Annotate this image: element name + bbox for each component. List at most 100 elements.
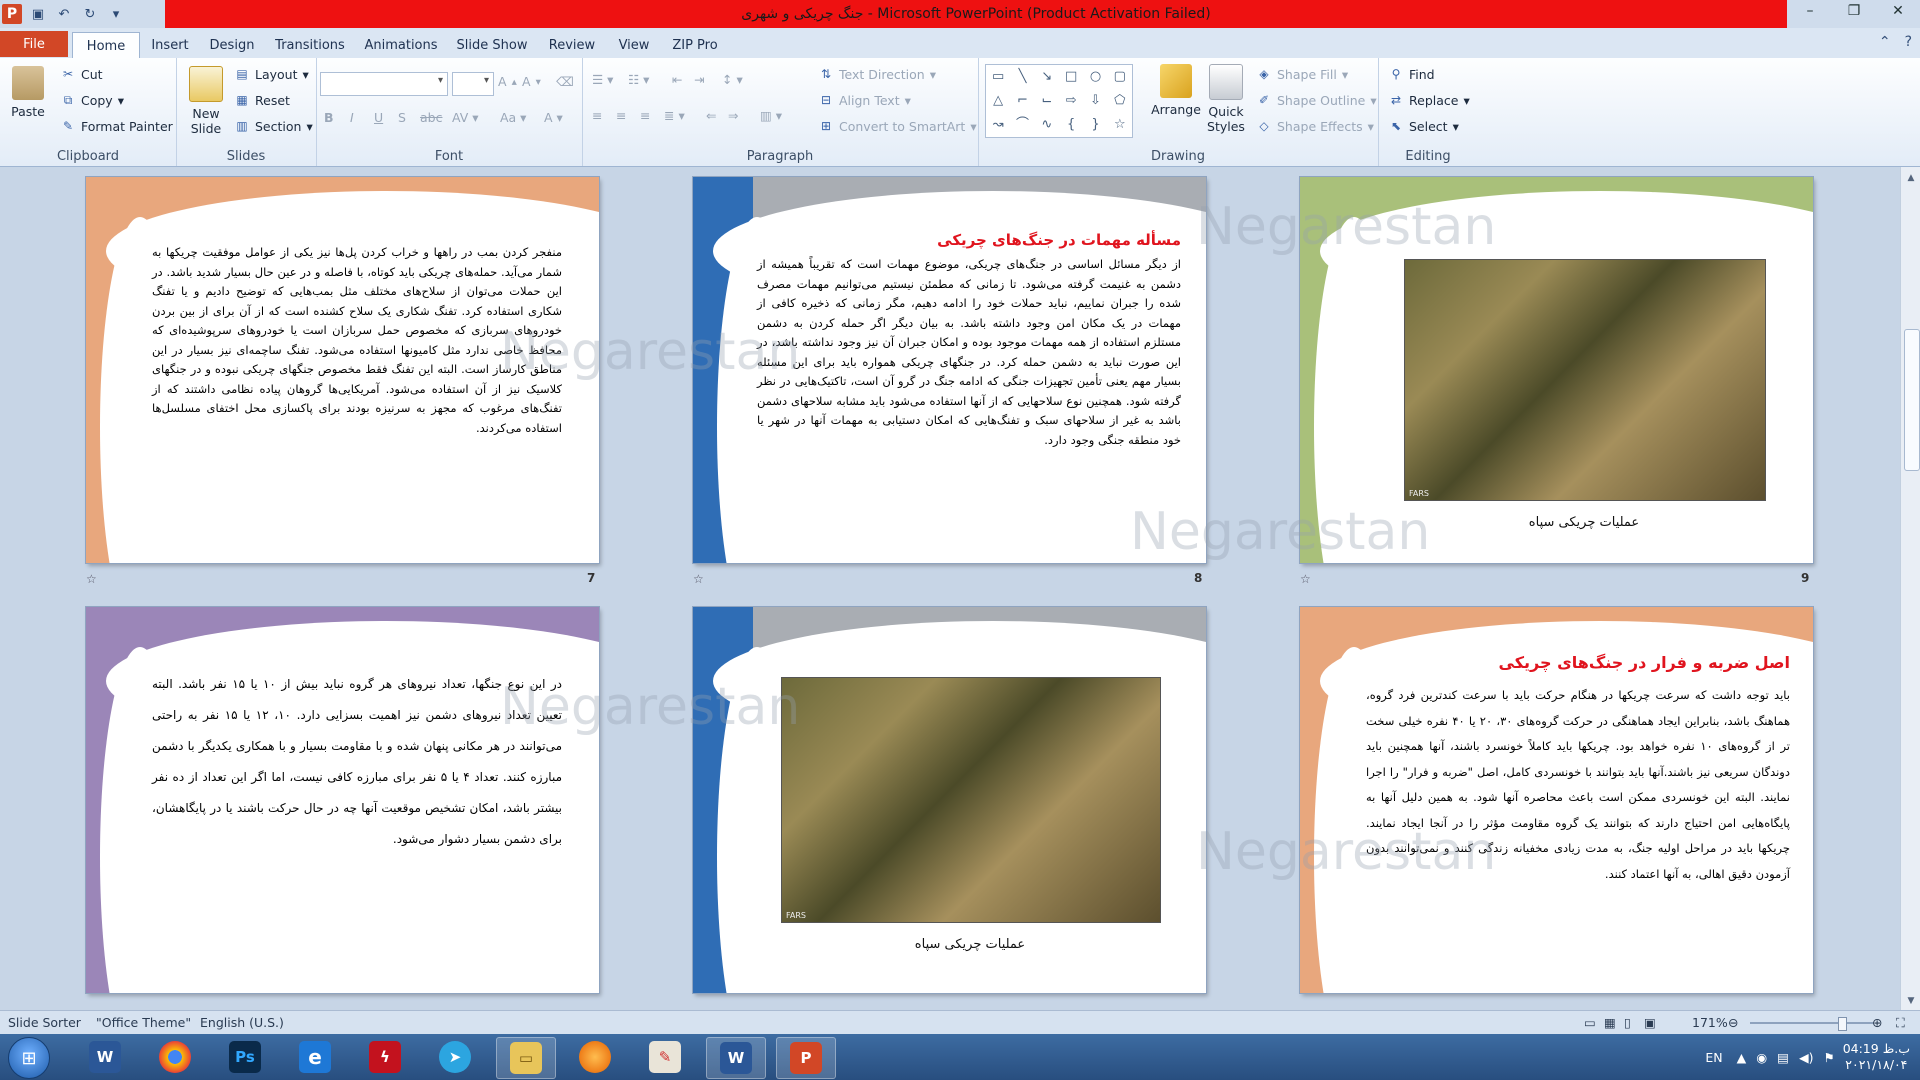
- taskbar-flash[interactable]: ϟ: [356, 1037, 414, 1077]
- increase-indent-icon[interactable]: ⇥: [694, 72, 704, 87]
- find-button[interactable]: ⚲ Find: [1388, 66, 1435, 82]
- text-direction-button[interactable]: ⇅ Text Direction ▾: [818, 66, 936, 82]
- powerpoint-app-icon[interactable]: P: [2, 4, 22, 24]
- taskbar-photoshop[interactable]: Ps: [216, 1037, 274, 1077]
- transition-star-icon[interactable]: ☆: [86, 572, 97, 586]
- slide-thumbnail[interactable]: منفجر کردن بمب در راهها و خراب کردن پل‌ه…: [86, 177, 599, 563]
- rect-shape-icon[interactable]: □: [1059, 65, 1083, 89]
- customize-qat-icon[interactable]: ▾: [106, 4, 126, 24]
- vertical-scrollbar[interactable]: ▲ ▼: [1900, 167, 1920, 1010]
- tab-home[interactable]: Home: [72, 32, 140, 59]
- taskbar-paint[interactable]: ✎: [636, 1037, 694, 1077]
- star-shape-icon[interactable]: ☆: [1108, 113, 1132, 137]
- zoom-level[interactable]: 171%: [1692, 1015, 1728, 1030]
- slide-thumbnail[interactable]: در این نوع جنگها، تعداد نیروهای هر گروه …: [86, 607, 599, 993]
- triangle-shape-icon[interactable]: △: [986, 89, 1010, 113]
- taskbar-powerpoint[interactable]: P: [776, 1037, 836, 1079]
- tab-zip-pro[interactable]: ZIP Pro: [666, 32, 724, 58]
- align-left-icon[interactable]: ≡: [592, 108, 602, 123]
- arc-shape-icon[interactable]: ⌒: [1010, 113, 1034, 137]
- change-case-button[interactable]: Aa ▾: [500, 110, 526, 125]
- slide-thumbnail[interactable]: مسأله مهمات در جنگ‌های چریکی از دیگر مسا…: [693, 177, 1206, 563]
- copy-button[interactable]: ⧉ Copy ▾: [60, 92, 124, 108]
- scroll-up-icon[interactable]: ▲: [1901, 173, 1920, 183]
- font-color-button[interactable]: A ▾: [544, 110, 563, 125]
- rtl-icon[interactable]: ⇐: [706, 108, 716, 123]
- language-indicator[interactable]: EN: [1705, 1050, 1722, 1065]
- zoom-out-icon[interactable]: ⊖: [1728, 1015, 1738, 1030]
- zoom-in-icon[interactable]: ⊕: [1872, 1015, 1882, 1030]
- network-icon[interactable]: ▤: [1777, 1050, 1789, 1065]
- maximize-button[interactable]: ❐: [1832, 0, 1876, 22]
- tab-animations[interactable]: Animations: [360, 32, 442, 58]
- tab-file[interactable]: File: [0, 31, 68, 57]
- align-center-icon[interactable]: ≡: [616, 108, 626, 123]
- quick-styles-button[interactable]: Quick Styles: [1200, 64, 1252, 134]
- minimize-ribbon-icon[interactable]: ⌃: [1879, 34, 1891, 50]
- start-button[interactable]: ⊞: [8, 1037, 50, 1079]
- shrink-font-button[interactable]: A ▾: [522, 74, 541, 89]
- right-arrow-shape-icon[interactable]: ⇨: [1059, 89, 1083, 113]
- bold-button[interactable]: B: [324, 110, 334, 125]
- down-arrow-shape-icon[interactable]: ⇩: [1083, 89, 1107, 113]
- clear-formatting-icon[interactable]: ⌫: [556, 74, 574, 89]
- shape-effects-button[interactable]: ◇ Shape Effects ▾: [1256, 118, 1374, 134]
- align-text-button[interactable]: ⊟ Align Text ▾: [818, 92, 911, 108]
- elbow-shape-icon[interactable]: ⌐: [1010, 89, 1034, 113]
- redo-icon[interactable]: ↻: [80, 4, 100, 24]
- slide-thumbnail[interactable]: FARS عملیات چریکی سپاه: [1300, 177, 1813, 563]
- transition-star-icon[interactable]: ☆: [1300, 572, 1311, 586]
- slideshow-view-icon[interactable]: ▣: [1644, 1015, 1656, 1030]
- rectangle-shape-icon[interactable]: ▭: [986, 65, 1010, 89]
- underline-button[interactable]: U: [374, 110, 383, 125]
- decrease-indent-icon[interactable]: ⇤: [672, 72, 682, 87]
- select-button[interactable]: ⬉ Select ▾: [1388, 118, 1459, 134]
- line-spacing-icon[interactable]: ↕ ▾: [722, 72, 743, 87]
- close-button[interactable]: ✕: [1876, 0, 1920, 22]
- taskbar-firefox[interactable]: [566, 1037, 624, 1077]
- font-name-box[interactable]: ▾: [320, 72, 448, 96]
- save-icon[interactable]: ▣: [28, 4, 48, 24]
- wave-shape-icon[interactable]: ∿: [1035, 113, 1059, 137]
- shapes-gallery[interactable]: ▭ ╲ ↘ □ ○ ▢ △ ⌐ ⌙ ⇨ ⇩ ⬠ ↝ ⌒ ∿{} ☆: [985, 64, 1133, 138]
- char-spacing-button[interactable]: AV ▾: [452, 110, 479, 125]
- taskbar-word[interactable]: W: [76, 1037, 134, 1077]
- new-slide-button[interactable]: New Slide: [184, 66, 228, 136]
- taskbar-ie[interactable]: e: [286, 1037, 344, 1077]
- align-right-icon[interactable]: ≡: [640, 108, 650, 123]
- slide-sorter-view-icon[interactable]: ▦: [1604, 1015, 1616, 1030]
- transition-star-icon[interactable]: ☆: [693, 572, 704, 586]
- justify-icon[interactable]: ≣ ▾: [664, 108, 685, 123]
- zoom-slider-thumb[interactable]: [1838, 1017, 1847, 1031]
- clock[interactable]: 04:19 ب.ظ ۲۰۲۱/۱۸/۰۴: [1843, 1041, 1910, 1073]
- help-icon[interactable]: ?: [1905, 34, 1912, 50]
- minimize-button[interactable]: –: [1788, 0, 1832, 22]
- undo-icon[interactable]: ↶: [54, 4, 74, 24]
- status-language[interactable]: English (U.S.): [200, 1015, 284, 1030]
- zoom-slider[interactable]: [1750, 1022, 1874, 1024]
- font-size-box[interactable]: ▾: [452, 72, 494, 96]
- format-painter-button[interactable]: ✎ Format Painter: [60, 118, 173, 134]
- layout-button[interactable]: ▤ Layout ▾: [234, 66, 308, 82]
- replace-button[interactable]: ⇄ Replace ▾: [1388, 92, 1470, 108]
- show-hidden-icons-icon[interactable]: ▲: [1737, 1050, 1747, 1065]
- paste-button[interactable]: Paste: [8, 66, 48, 119]
- connector-shape-icon[interactable]: ⌙: [1035, 89, 1059, 113]
- pentagon-shape-icon[interactable]: ⬠: [1108, 89, 1132, 113]
- taskbar-word-open[interactable]: W: [706, 1037, 766, 1079]
- convert-smartart-button[interactable]: ⊞ Convert to SmartArt ▾: [818, 118, 977, 134]
- action-center-icon[interactable]: ⚑: [1823, 1050, 1834, 1065]
- tab-transitions[interactable]: Transitions: [270, 32, 350, 58]
- curve-shape-icon[interactable]: ↝: [986, 113, 1010, 137]
- slide-thumbnail[interactable]: اصل ضربه و فرار در جنگ‌های چریکی باید تو…: [1300, 607, 1813, 993]
- arrange-button[interactable]: Arrange: [1150, 64, 1202, 117]
- fit-to-window-icon[interactable]: ⛶: [1896, 1015, 1905, 1031]
- reset-button[interactable]: ▦ Reset: [234, 92, 290, 108]
- italic-button[interactable]: I: [350, 110, 354, 125]
- volume-icon[interactable]: ◀): [1799, 1050, 1814, 1065]
- taskbar-explorer[interactable]: ▭: [496, 1037, 556, 1079]
- tab-slide-show[interactable]: Slide Show: [452, 32, 532, 58]
- shape-outline-button[interactable]: ✐ Shape Outline ▾: [1256, 92, 1377, 108]
- section-button[interactable]: ▥ Section ▾: [234, 118, 312, 134]
- rounded-rect-shape-icon[interactable]: ▢: [1108, 65, 1132, 89]
